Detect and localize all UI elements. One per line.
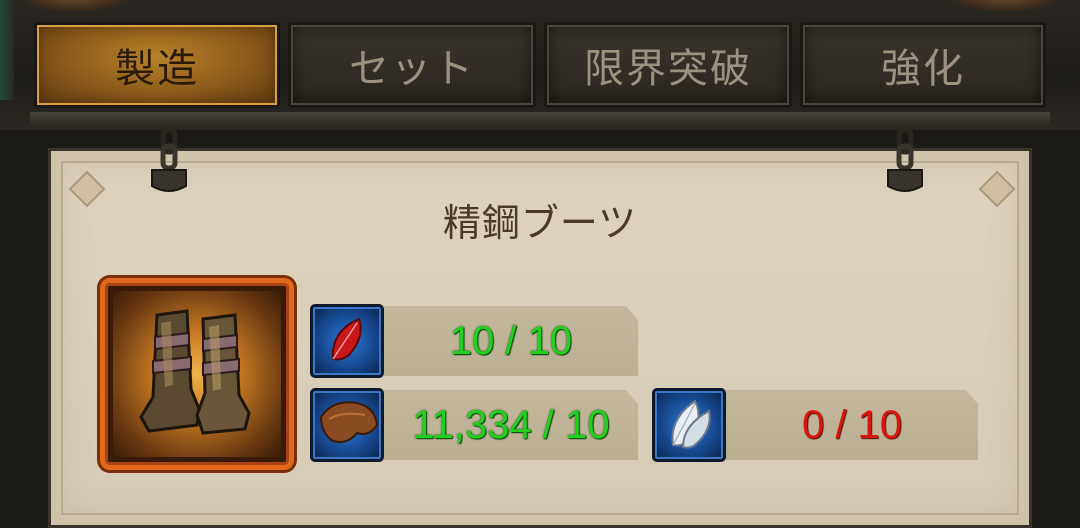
steel-boots-icon <box>139 309 251 435</box>
item-name: 精鋼ブーツ <box>442 201 638 245</box>
top-ornament-left <box>20 0 130 12</box>
top-ornament-right <box>950 0 1060 12</box>
tab-set[interactable]: セット <box>288 22 536 108</box>
tab-set-label: セット <box>349 46 475 92</box>
material-3-count: 0 / 10 <box>801 402 903 447</box>
chain-left-icon <box>151 130 187 192</box>
hanging-rail <box>30 112 1050 126</box>
tab-enhance[interactable]: 強化 <box>800 22 1046 108</box>
tab-limit-break[interactable]: 限界突破 <box>544 22 792 108</box>
material-1-count-box: 10 / 10 <box>384 306 638 376</box>
tab-craft-label: 製造 <box>115 46 199 92</box>
leather-hide-icon <box>319 401 379 443</box>
left-edge-decoration <box>0 0 14 100</box>
chain-right-icon <box>887 130 923 192</box>
material-1-count: 10 / 10 <box>449 318 573 363</box>
tab-craft[interactable]: 製造 <box>34 22 280 108</box>
material-1-slot[interactable] <box>310 304 384 378</box>
material-3-count-box: 0 / 10 <box>726 390 978 460</box>
material-2-slot[interactable] <box>310 388 384 462</box>
tab-limit-break-label: 限界突破 <box>584 46 752 92</box>
red-feather-icon <box>331 317 362 361</box>
white-feather-icon <box>671 399 711 449</box>
material-2-count-box: 11,334 / 10 <box>384 390 638 460</box>
item-slot[interactable] <box>100 278 294 470</box>
tab-enhance-label: 強化 <box>881 46 965 92</box>
material-2-count: 11,334 / 10 <box>412 402 610 447</box>
material-3-slot[interactable] <box>652 388 726 462</box>
